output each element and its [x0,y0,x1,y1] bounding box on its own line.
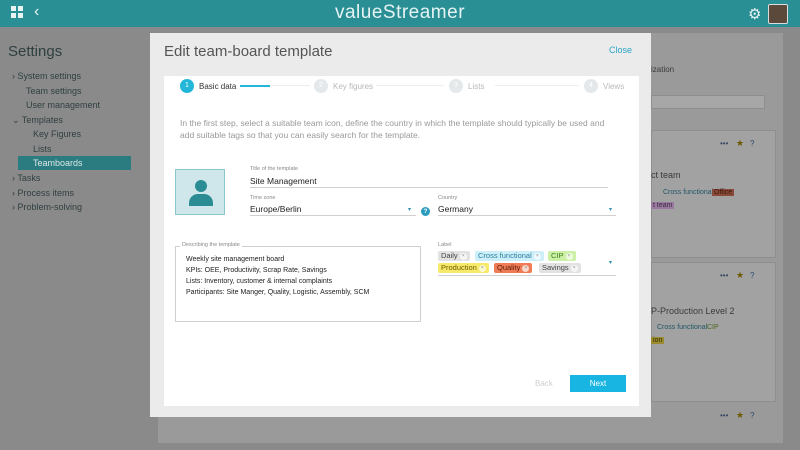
step-label: Basic data [199,82,237,91]
tag-quality[interactable]: Quality × [494,263,533,273]
sidebar-title: Settings [8,43,63,60]
chevron-down-icon[interactable]: ▾ [609,206,612,213]
close-button[interactable]: Close [609,45,632,55]
star-icon[interactable]: ★ [736,410,744,421]
team-icon-picker[interactable] [175,169,225,215]
chevron-down-icon[interactable]: ▾ [408,206,411,213]
edit-template-modal: Edit team-board template Close 1 Basic d… [150,33,651,417]
back-button[interactable]: Back [535,379,553,388]
step-label: Views [603,82,625,91]
remove-tag-icon[interactable]: × [570,265,578,272]
sidebar-item-system-settings[interactable]: › System settings [12,71,81,81]
sidebar-item-user-management[interactable]: User management [26,100,100,110]
settings-sidebar: Settings › System settings Team settings… [0,27,140,450]
sidebar-item-team-settings[interactable]: Team settings [26,86,82,96]
sidebar-item-key-figures[interactable]: Key Figures [33,129,81,139]
more-icon[interactable]: ••• [720,411,728,420]
person-icon [195,180,207,192]
sidebar-item-teamboards[interactable]: Teamboards [18,156,131,170]
timezone-select[interactable]: Europe/Berlin [250,204,302,214]
card-title: ct team [651,170,681,180]
card-tag: Cross functional [657,324,708,331]
step-number: 2 [314,79,328,93]
more-icon[interactable]: ••• [720,271,728,280]
step-connector [270,85,310,86]
background-search-input [651,95,765,109]
card-tag: CIP [707,324,719,331]
background-fragment-text: ization [651,65,675,74]
description-line: Weekly site management board [186,256,285,263]
sidebar-item-process-items[interactable]: › Process items [12,188,74,198]
step-connector [495,85,579,86]
country-select[interactable]: Germany [438,204,473,214]
description-line: KPIs: OEE, Productivity, Scrap Rate, Sav… [186,267,327,274]
title-field[interactable]: Site Management [250,176,317,186]
next-button[interactable]: Next [570,375,626,392]
step-number: 4 [584,79,598,93]
description-line: Participants: Site Manger, Quality, Logi… [186,289,370,296]
card-tag: ion [651,337,665,344]
step-number: 1 [180,79,194,93]
description-label: Describing the template [180,242,242,248]
sidebar-item-templates[interactable]: ⌄ Templates [12,115,63,126]
card-title: P-Production Level 2 [651,306,735,316]
chevron-right-icon: › [12,202,15,212]
intro-text: In the first step, select a suitable tea… [180,118,605,140]
title-field-label: Title of the template [250,166,299,172]
remove-tag-icon[interactable]: × [522,265,530,272]
tag-savings[interactable]: Savings × [539,263,581,273]
help-icon[interactable]: ? [750,411,754,420]
step-number: 3 [449,79,463,93]
description-line: Lists: Inventory, customer & internal co… [186,278,333,285]
tag-cip[interactable]: CIP × [548,251,576,261]
remove-tag-icon[interactable]: × [533,253,541,260]
tag-production[interactable]: Production × [438,263,489,273]
step-connector [376,85,444,86]
step-label: Key figures [333,82,374,91]
card-tag: Office [712,189,735,196]
sidebar-item-tasks[interactable]: › Tasks [12,173,40,183]
star-icon[interactable]: ★ [736,270,744,281]
remove-tag-icon[interactable]: × [478,265,486,272]
chevron-right-icon: › [12,71,15,81]
chevron-down-icon: ⌄ [12,115,20,125]
country-field-label: Country [438,195,458,201]
tag-daily[interactable]: Daily × [438,251,470,261]
more-icon[interactable]: ••• [720,139,728,148]
app-header: ‹ valueStreamer ⚙ [0,0,800,27]
modal-title: Edit team-board template [164,43,333,60]
card-tag: Cross functional [663,189,714,196]
sidebar-item-problem-solving[interactable]: › Problem-solving [12,202,82,212]
remove-tag-icon[interactable]: × [565,253,573,260]
chevron-down-icon[interactable]: ▾ [609,259,612,266]
step-progress-line [240,85,270,87]
background-card [651,262,776,402]
help-icon[interactable]: ? [750,139,754,148]
remove-tag-icon[interactable]: × [459,253,467,260]
chevron-right-icon: › [12,173,15,183]
star-icon[interactable]: ★ [736,138,744,149]
step-label: Lists [468,82,485,91]
app-logo: valueStreamer [334,2,466,23]
label-field-label: Label [438,242,452,248]
help-icon[interactable]: ? [750,271,754,280]
tag-cross-functional[interactable]: Cross functional × [475,251,544,261]
help-icon[interactable]: ? [421,207,430,216]
gear-icon[interactable]: ⚙ [748,5,761,23]
chevron-right-icon: › [12,188,15,198]
timezone-field-label: Time zone [250,195,276,201]
card-tag: t team [651,202,675,209]
avatar[interactable] [768,4,788,24]
sidebar-item-lists[interactable]: Lists [33,144,52,154]
